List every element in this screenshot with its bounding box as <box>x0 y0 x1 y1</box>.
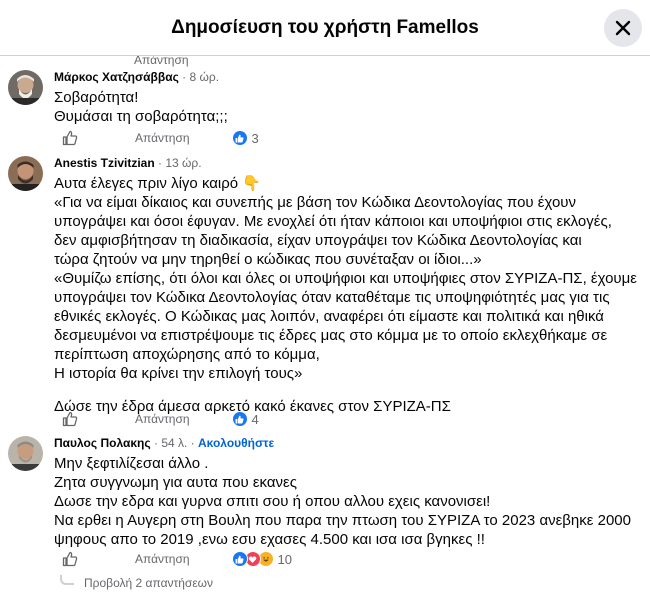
comment-line: δεσμευμένοι να επιστρέψουμε τις έδρες μα… <box>54 327 608 344</box>
comment-time[interactable]: 13 ώρ. <box>165 156 201 170</box>
comment-line: ψηφους απο το 2019 ,ενω εσυ εχασες 4.500… <box>54 531 485 548</box>
reaction-summary[interactable]: 4 <box>231 411 259 427</box>
comment-actions: Απάντηση 4 <box>62 409 259 429</box>
comment-line: «Για να είμαι δίκαιος και συνεπής με βάσ… <box>54 194 576 211</box>
comment-line: υπογράψει και όσοι έφυγαν. Με ενοχλεί ότ… <box>54 213 612 230</box>
comment-line: Αυτα έλεγες πριν λίγο καιρό 👇 <box>54 175 261 192</box>
comment-meta: Παυλος Πολακης · 54 λ. · Ακολουθήστε <box>54 436 275 450</box>
dialog-title: Δημοσίευση του χρήστη Famellos <box>171 16 479 38</box>
comment-text: Σοβαρότητα! Θυμάσαι τη σοβαρότητα;;; <box>54 88 642 126</box>
avatar[interactable] <box>8 436 43 471</box>
reply-thread-connector <box>60 575 74 585</box>
comment-line: Η ιστορία θα κρίνει την επιλογή τους» <box>54 365 303 382</box>
comment-line: Θυμάσαι τη σοβαρότητα;;; <box>54 108 228 125</box>
like-outline-icon[interactable] <box>62 130 78 146</box>
reply-button[interactable]: Απάντηση <box>135 412 190 426</box>
comment-line: Ζητα συγγνωμη για αυτα που εκανες <box>54 474 297 491</box>
close-icon <box>615 20 631 36</box>
comment-line: δεν αμφισβήτησαν τη διαδικασία, είχαν υπ… <box>54 232 582 249</box>
comment-line: εθνικές εκλογές. Ο Κώδικας μας λοιπόν, α… <box>54 308 604 325</box>
reaction-count: 4 <box>251 411 259 427</box>
comment-line: Σοβαρότητα! <box>54 89 139 106</box>
comment-text: Αυτα έλεγες πριν λίγο καιρό 👇 «Για να εί… <box>54 174 642 416</box>
comment-line: περίπτωση αποχώρησης από το κόμμα, <box>54 346 320 363</box>
comment-meta: Μάρκος Χατζησάββας · 8 ώρ. <box>54 70 220 84</box>
reaction-count: 10 <box>277 551 293 567</box>
like-outline-icon[interactable] <box>62 551 78 567</box>
avatar[interactable] <box>8 70 43 105</box>
comment-line: Να ερθει η Αυγερη στη Βουλη που παρα την… <box>54 512 631 529</box>
comment-author[interactable]: Παυλος Πολακης <box>54 436 151 450</box>
comment-line: «Θυμίζω επίσης, ότι όλοι και όλες οι υπο… <box>54 270 637 287</box>
reply-button[interactable]: Απάντηση <box>135 131 190 145</box>
reaction-summary[interactable]: 3 <box>231 130 259 146</box>
comment-line: Μην ξεφτιλίζεσαι άλλο . <box>54 455 209 472</box>
comment-time[interactable]: 54 λ. <box>161 436 187 450</box>
follow-button[interactable]: Ακολουθήστε <box>198 436 274 450</box>
view-replies-label: Προβολή 2 απαντήσεων <box>84 576 214 590</box>
post-dialog-header: Δημοσίευση του χρήστη Famellos <box>0 0 650 56</box>
comment-line: Δωσε την εδρα και γυρνα σπιτι σου ή οπου… <box>54 493 491 510</box>
reaction-summary[interactable]: 10 <box>231 551 293 567</box>
reaction-count: 3 <box>251 130 259 146</box>
comment-author[interactable]: Μάρκος Χατζησάββας <box>54 70 179 84</box>
comment-line: τώρα ζητούν να μην τηρηθεί ο κώδικας που… <box>54 251 482 268</box>
view-replies-link[interactable]: Προβολή 2 απαντήσεων <box>60 575 214 590</box>
like-reaction-icon <box>231 411 248 427</box>
comment-actions: Απάντηση 10 <box>62 549 292 569</box>
like-reaction-icon <box>231 551 248 567</box>
comment-author[interactable]: Anestis Tzivitzian <box>54 156 155 170</box>
close-button[interactable] <box>604 9 642 47</box>
like-reaction-icon <box>231 130 248 146</box>
comment-line: υπογράψει τον Κώδικα Δεοντολογίας όταν κ… <box>54 289 610 306</box>
comment-actions: Απάντηση 3 <box>62 128 259 148</box>
reply-button[interactable]: Απάντηση <box>135 552 190 566</box>
comment-meta: Anestis Tzivitzian · 13 ώρ. <box>54 156 202 170</box>
like-outline-icon[interactable] <box>62 411 78 427</box>
comment-text: Μην ξεφτιλίζεσαι άλλο . Ζητα συγγνωμη γι… <box>54 454 642 549</box>
comment-time[interactable]: 8 ώρ. <box>190 70 220 84</box>
avatar[interactable] <box>8 156 43 191</box>
